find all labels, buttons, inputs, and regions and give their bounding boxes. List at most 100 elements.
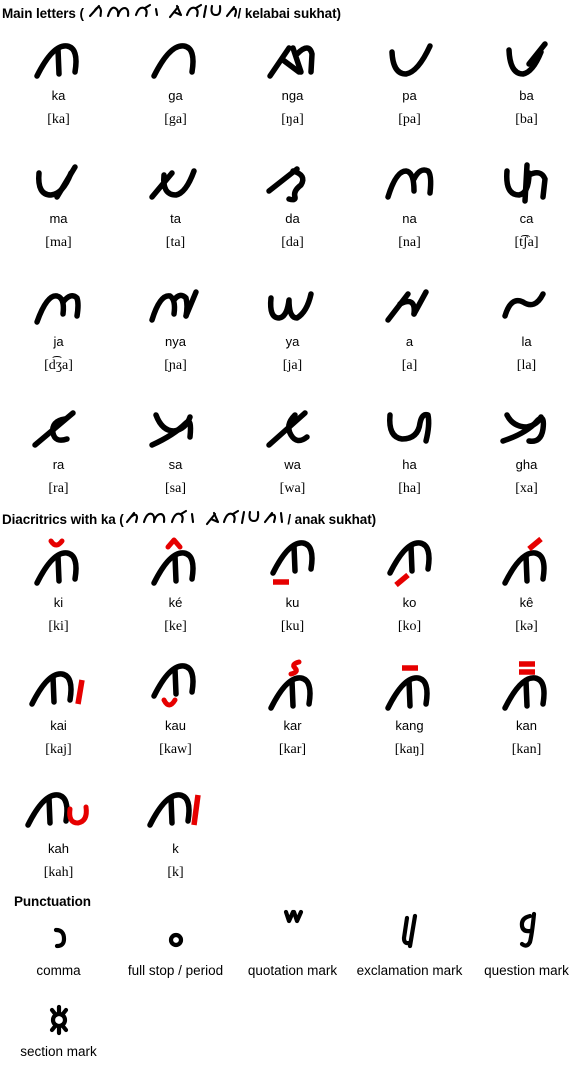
glyph-ma-icon: [0, 153, 117, 205]
glyph-comma-icon: [0, 910, 117, 954]
glyph-ya-icon: [234, 276, 351, 328]
letter-translit: ki: [53, 595, 64, 610]
diacritic-cell-kar[interactable]: kar [kar]: [234, 659, 351, 758]
glyph-exclamation-icon: [351, 910, 468, 954]
letter-cell-ba[interactable]: ba [ba]: [468, 30, 585, 128]
letter-cell-ta[interactable]: ta [ta]: [117, 153, 234, 251]
letter-translit: sa: [168, 457, 183, 472]
diacritic-cell-k[interactable]: k [k]: [117, 783, 234, 881]
glyph-ku-icon: [234, 537, 351, 589]
letter-cell-ka[interactable]: ka [ka]: [0, 30, 117, 128]
letter-cell-na[interactable]: na [na]: [351, 153, 468, 251]
punctuation-cell-comma[interactable]: comma: [0, 910, 117, 979]
letter-translit: ca: [519, 211, 534, 226]
punctuation-cell-quotation[interactable]: quotation mark: [234, 909, 351, 979]
letter-ipa: [ta]: [165, 235, 186, 250]
letter-ipa: [k]: [167, 865, 184, 880]
letter-ipa: [ba]: [515, 112, 538, 127]
letter-ipa: [ɲa]: [164, 358, 187, 373]
letter-translit: kang: [395, 718, 424, 733]
diacritics-heading: Diacritrics with ka ( / anak sukhat): [2, 508, 376, 527]
letter-ipa: [pa]: [398, 112, 421, 127]
letter-cell-pa[interactable]: pa [pa]: [351, 30, 468, 128]
letter-cell-la[interactable]: la [la]: [468, 276, 585, 374]
punctuation-grid: comma full stop / period quotation mark: [0, 909, 585, 1060]
letter-row: ra [ra] sa [sa] wa [wa] ha [ha] gha [xa]: [0, 399, 585, 497]
diacritic-cell-kai[interactable]: kai [kaj]: [0, 660, 117, 758]
letter-cell-ha[interactable]: ha [ha]: [351, 399, 468, 497]
letter-ipa: [kaw]: [159, 742, 192, 757]
glyph-k-icon: [117, 783, 234, 835]
diacritic-cell-kan[interactable]: kan [kan]: [468, 660, 585, 758]
diacritic-cell-ke[interactable]: ké [ke]: [117, 537, 234, 635]
punctuation-cell-section[interactable]: section mark: [0, 1001, 117, 1060]
diacritic-cell-kah[interactable]: kah [kah]: [0, 783, 117, 881]
letter-cell-sa[interactable]: sa [sa]: [117, 399, 234, 497]
main-letters-heading-native-script: [84, 2, 237, 20]
glyph-kau-icon: [117, 660, 234, 712]
main-letters-heading-prefix: Main letters (: [2, 6, 84, 21]
letter-cell-ya[interactable]: ya [ja]: [234, 276, 351, 374]
letter-cell-a[interactable]: a [a]: [351, 276, 468, 374]
letter-row: ma [ma] ta [ta] da [da] na [na] ca [t͡ʃa…: [0, 153, 585, 251]
letter-cell-nya[interactable]: nya [ɲa]: [117, 276, 234, 374]
letter-translit: da: [285, 211, 300, 226]
punctuation-row: section mark: [0, 1001, 585, 1060]
letter-cell-nga[interactable]: nga [ŋa]: [234, 30, 351, 128]
main-letters-heading-suffix: / kelabai sukhat): [233, 6, 341, 21]
letter-cell-ga[interactable]: ga [ga]: [117, 30, 234, 128]
letter-ipa: [t͡ʃa]: [514, 235, 539, 250]
letter-ipa: [wa]: [279, 481, 306, 496]
glyph-ka-icon: [0, 30, 117, 82]
glyph-question-icon: [468, 910, 585, 954]
glyph-section-icon: [0, 1001, 117, 1036]
glyph-ki-icon: [0, 537, 117, 589]
letter-translit: ké: [168, 595, 183, 610]
letter-translit: ra: [52, 457, 65, 472]
diacritic-cell-ku[interactable]: ku [ku]: [234, 537, 351, 635]
letter-cell-gha[interactable]: gha [xa]: [468, 399, 585, 497]
punctuation-cell-question[interactable]: question mark: [468, 910, 585, 979]
letter-cell-ma[interactable]: ma [ma]: [0, 153, 117, 251]
glyph-kan-icon: [468, 660, 585, 712]
letter-translit: nga: [281, 88, 304, 103]
letter-cell-ja[interactable]: ja [d͡ʒa]: [0, 276, 117, 374]
diacritics-heading-suffix: / anak sukhat): [283, 512, 376, 527]
glyph-pa-icon: [351, 30, 468, 82]
glyph-ha-icon: [351, 399, 468, 451]
letter-cell-ca[interactable]: ca [t͡ʃa]: [468, 153, 585, 251]
diacritic-cell-kang[interactable]: kang [kaŋ]: [351, 660, 468, 758]
diacritic-cell-kau[interactable]: kau [kaw]: [117, 660, 234, 758]
letter-ipa: [ka]: [47, 112, 70, 127]
glyph-ga-icon: [117, 30, 234, 82]
letter-translit: pa: [402, 88, 417, 103]
letter-cell-da[interactable]: da [da]: [234, 153, 351, 251]
diacritic-cell-ko[interactable]: ko [ko]: [351, 537, 468, 635]
glyph-da-icon: [234, 153, 351, 205]
letter-translit: k: [172, 841, 179, 856]
glyph-ta-icon: [117, 153, 234, 205]
letter-row: ka [ka] ga [ga] nga [ŋa] pa [pa] ba [ba]: [0, 30, 585, 128]
letter-translit: kah: [48, 841, 69, 856]
letter-ipa: [kə]: [515, 619, 538, 634]
punctuation-cell-exclamation[interactable]: exclamation mark: [351, 910, 468, 979]
letter-cell-ra[interactable]: ra [ra]: [0, 399, 117, 497]
letter-translit: ja: [53, 334, 64, 349]
letter-translit: ta: [170, 211, 181, 226]
punctuation-cell-fullstop[interactable]: full stop / period: [117, 910, 234, 979]
glyph-la-icon: [468, 276, 585, 328]
diacritic-row: kah [kah] k [k]: [0, 783, 585, 881]
diacritic-cell-ki[interactable]: ki [ki]: [0, 537, 117, 635]
main-letters-heading: Main letters ( / kelabai sukhat): [2, 2, 341, 21]
letter-ipa: [ki]: [48, 619, 69, 634]
glyph-sa-icon: [117, 399, 234, 451]
letter-ipa: [na]: [398, 235, 421, 250]
punctuation-label: question mark: [484, 963, 569, 978]
letter-translit: ha: [402, 457, 417, 472]
glyph-kah-icon: [0, 783, 117, 835]
glyph-nya-icon: [117, 276, 234, 328]
punctuation-label: full stop / period: [127, 963, 224, 978]
glyph-kang-icon: [351, 660, 468, 712]
diacritic-cell-ke2[interactable]: kê [kə]: [468, 536, 585, 635]
letter-cell-wa[interactable]: wa [wa]: [234, 399, 351, 497]
